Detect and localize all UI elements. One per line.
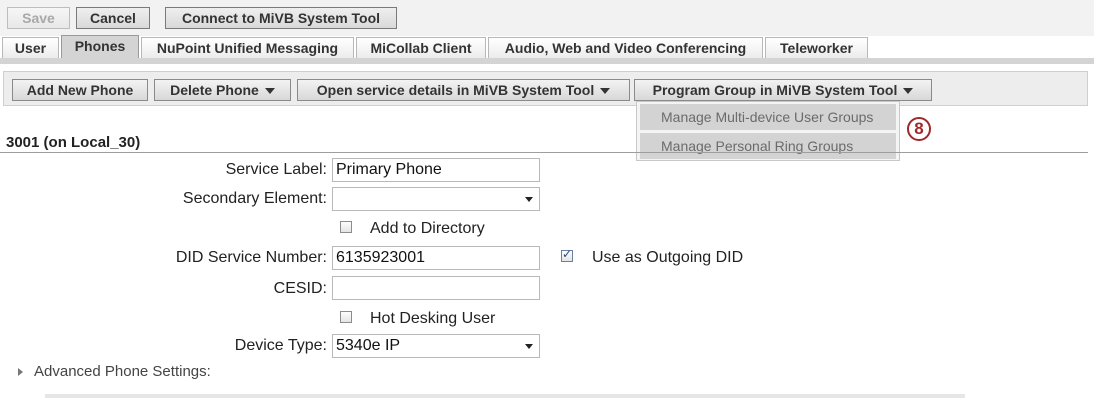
menu-item-multi-device-groups[interactable]: Manage Multi-device User Groups [640, 104, 896, 130]
program-group-button[interactable]: Program Group in MiVB System Tool [634, 79, 932, 101]
chevron-down-icon [903, 88, 914, 95]
chevron-down-icon [525, 344, 533, 349]
secondary-element-label: Secondary Element: [182, 190, 327, 207]
service-label-label: Service Label: [225, 161, 327, 178]
tab-micollab-client[interactable]: MiCollab Client [356, 37, 486, 58]
section-title: 3001 (on Local_30) [6, 134, 141, 151]
add-to-directory-checkbox[interactable] [340, 221, 352, 233]
chevron-down-icon [264, 88, 275, 95]
menu-item-personal-ring-groups[interactable]: Manage Personal Ring Groups [640, 133, 896, 159]
cesid-label: CESID: [273, 280, 327, 297]
connect-mivb-button[interactable]: Connect to MiVB System Tool [165, 7, 397, 29]
program-group-label: Program Group in MiVB System Tool [652, 82, 898, 98]
secondary-element-select[interactable] [332, 187, 540, 211]
device-type-value: 5340e IP [336, 337, 401, 354]
add-phone-button[interactable]: Add New Phone [12, 79, 148, 101]
chevron-down-icon [525, 197, 533, 202]
delete-phone-button[interactable]: Delete Phone [154, 79, 291, 101]
did-service-number-input[interactable]: 6135923001 [332, 246, 540, 270]
chevron-down-icon [600, 88, 611, 95]
add-to-directory-label: Add to Directory [370, 220, 485, 237]
tab-nupoint[interactable]: NuPoint Unified Messaging [141, 37, 354, 58]
open-service-details-button[interactable]: Open service details in MiVB System Tool [297, 79, 630, 101]
service-label-input[interactable]: Primary Phone [332, 158, 540, 182]
callout-number: 8 [907, 117, 931, 141]
tab-user[interactable]: User [2, 37, 59, 58]
bottom-scroll-strip [45, 394, 965, 398]
hot-desking-checkbox[interactable] [340, 311, 352, 323]
cesid-input[interactable] [332, 276, 540, 300]
hot-desking-label: Hot Desking User [370, 310, 496, 327]
device-type-label: Device Type: [234, 337, 327, 354]
add-phone-label: Add New Phone [26, 82, 134, 98]
open-service-label: Open service details in MiVB System Tool [316, 82, 595, 98]
tab-divider [0, 58, 1094, 64]
use-outgoing-did-checkbox[interactable]: ✓ [561, 247, 573, 262]
expand-triangle-icon[interactable] [18, 368, 23, 376]
tab-teleworker[interactable]: Teleworker [765, 37, 868, 58]
device-type-select[interactable]: 5340e IP [332, 334, 540, 358]
section-divider [0, 152, 1088, 153]
save-button[interactable]: Save [7, 7, 70, 29]
use-outgoing-did-label: Use as Outgoing DID [592, 249, 744, 266]
advanced-phone-settings-toggle[interactable]: Advanced Phone Settings: [34, 363, 211, 380]
did-service-number-label: DID Service Number: [175, 249, 327, 266]
tab-conferencing[interactable]: Audio, Web and Video Conferencing [488, 37, 763, 58]
tab-phones[interactable]: Phones [61, 35, 139, 58]
delete-phone-label: Delete Phone [170, 82, 259, 98]
check-icon: ✓ [562, 247, 573, 261]
cancel-button[interactable]: Cancel [76, 7, 150, 29]
